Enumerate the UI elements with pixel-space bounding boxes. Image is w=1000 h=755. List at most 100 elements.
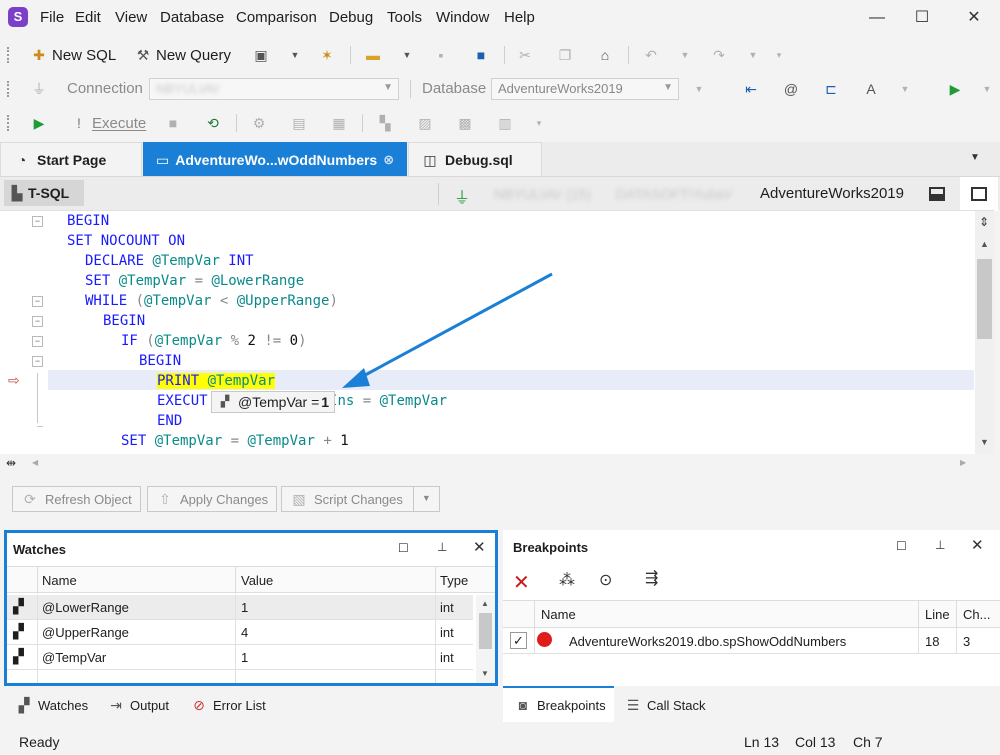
- indent-icon[interactable]: ⇤: [742, 80, 760, 98]
- watch-value[interactable]: 1: [241, 650, 248, 665]
- table-row[interactable]: ✓ AdventureWorks2019.dbo.spShowOddNumber…: [503, 628, 1000, 654]
- menu-edit[interactable]: Edit: [75, 9, 101, 26]
- toolbar-grip[interactable]: [7, 81, 10, 97]
- export-icon[interactable]: ▩: [456, 114, 474, 132]
- vertical-scrollbar[interactable]: ⇕ ▲ ▼: [975, 211, 994, 454]
- run-icon[interactable]: ▶: [946, 80, 964, 98]
- chevron-down-icon[interactable]: ▼: [896, 80, 914, 98]
- outline-icon[interactable]: ⊏: [822, 80, 840, 98]
- menu-debug[interactable]: Debug: [329, 9, 373, 26]
- toggle-breakpoints-icon[interactable]: ⊙: [599, 570, 612, 590]
- text-format-icon[interactable]: A: [862, 80, 880, 98]
- undo-icon[interactable]: ↶: [642, 46, 660, 64]
- tab-procedure[interactable]: ▭ AdventureWo...wOddNumbers ⊗: [143, 142, 407, 176]
- tab-list-dropdown-icon[interactable]: ▼: [970, 152, 980, 163]
- history-icon[interactable]: ⟲: [204, 114, 222, 132]
- split-horizontal-icon[interactable]: ⇹: [6, 456, 16, 470]
- chevron-down-icon[interactable]: ▼: [978, 80, 996, 98]
- chevron-down-icon[interactable]: ▼: [690, 80, 708, 98]
- single-view-button[interactable]: [960, 177, 998, 211]
- maximize-panel-icon[interactable]: ☐: [398, 541, 409, 555]
- toolbar-grip[interactable]: [7, 115, 10, 131]
- database-select[interactable]: AdventureWorks2019 ▼: [491, 78, 679, 100]
- stop-icon[interactable]: ■: [164, 114, 182, 132]
- watches-scrollbar[interactable]: ▲ ▼: [476, 595, 495, 683]
- split-editor-icon[interactable]: ⇕: [979, 215, 989, 229]
- scroll-right-icon[interactable]: ▶: [960, 458, 966, 467]
- new-object-icon[interactable]: ✶: [318, 46, 336, 64]
- code-editor[interactable]: − − − − − ⇨ BEGIN SET NOCOUNT ON DECLARE…: [0, 210, 994, 454]
- save-all-icon[interactable]: ■: [472, 46, 490, 64]
- delete-breakpoint-icon[interactable]: ✕: [513, 570, 530, 595]
- column-char[interactable]: Ch...: [963, 607, 990, 622]
- new-document-icon[interactable]: ▣: [252, 46, 270, 64]
- chevron-down-icon[interactable]: ▼: [286, 46, 304, 64]
- fold-toggle-icon[interactable]: −: [32, 356, 43, 367]
- chevron-down-icon[interactable]: ▼: [398, 46, 416, 64]
- column-name[interactable]: Name: [42, 573, 77, 588]
- fold-toggle-icon[interactable]: −: [32, 316, 43, 327]
- column-type[interactable]: Type: [440, 573, 468, 588]
- start-debug-icon[interactable]: ▶: [30, 114, 48, 132]
- split-horizontal-button[interactable]: [918, 177, 956, 211]
- scroll-up-icon[interactable]: ▲: [980, 239, 989, 249]
- toolbar-grip[interactable]: [7, 47, 10, 63]
- chevron-down-icon[interactable]: ▼: [744, 46, 762, 64]
- script-icon[interactable]: ▤: [290, 114, 308, 132]
- chevron-down-icon[interactable]: ▼: [412, 486, 439, 512]
- refresh-object-button[interactable]: ⟳ Refresh Object: [12, 486, 141, 512]
- new-query-button[interactable]: ⚒ New Query: [134, 44, 231, 66]
- breakpoint-enabled-checkbox[interactable]: ✓: [510, 632, 527, 649]
- connection-select[interactable]: NBYULIAV ▼: [149, 78, 399, 100]
- image-icon[interactable]: ▨: [416, 114, 434, 132]
- watch-value[interactable]: 1: [241, 600, 248, 615]
- tab-call-stack[interactable]: ☰ Call Stack: [625, 694, 706, 716]
- menu-help[interactable]: Help: [504, 9, 535, 26]
- paste-icon[interactable]: ⌂: [596, 46, 614, 64]
- toolbar-overflow-icon[interactable]: ▾: [530, 114, 548, 132]
- scroll-down-icon[interactable]: ▼: [980, 437, 989, 447]
- chevron-down-icon[interactable]: ▼: [676, 46, 694, 64]
- column-line[interactable]: Line: [925, 607, 950, 622]
- fold-toggle-icon[interactable]: −: [32, 296, 43, 307]
- close-panel-icon[interactable]: ✕: [473, 538, 486, 556]
- fold-toggle-icon[interactable]: −: [32, 216, 43, 227]
- scroll-thumb[interactable]: [479, 613, 492, 649]
- close-panel-icon[interactable]: ✕: [971, 536, 984, 554]
- watch-value[interactable]: 4: [241, 625, 248, 640]
- menu-comparison[interactable]: Comparison: [236, 9, 317, 26]
- maximize-panel-icon[interactable]: ☐: [896, 539, 907, 553]
- menu-view[interactable]: View: [115, 9, 147, 26]
- close-tab-icon[interactable]: ⊗: [383, 152, 394, 168]
- new-sql-button[interactable]: ✚ New SQL: [30, 44, 116, 66]
- data-tip[interactable]: ▞ @TempVar = 1: [211, 391, 335, 413]
- scroll-thumb[interactable]: [977, 259, 992, 339]
- tab-breakpoints[interactable]: ◙ Breakpoints: [515, 694, 606, 716]
- scroll-left-icon[interactable]: ◀: [32, 458, 38, 467]
- connection-plug-icon[interactable]: ⏚: [30, 80, 48, 98]
- toolbar-overflow-icon[interactable]: ▾: [770, 46, 788, 64]
- horizontal-scrollbar[interactable]: ⇹ ◀ ▶: [0, 454, 994, 474]
- delete-all-breakpoints-icon[interactable]: ⁂: [559, 570, 575, 590]
- menu-database[interactable]: Database: [160, 9, 224, 26]
- layout-icon[interactable]: ▚: [376, 114, 394, 132]
- go-to-source-icon[interactable]: ⇶: [645, 568, 658, 588]
- grid-icon[interactable]: ▦: [330, 114, 348, 132]
- tab-debug-sql[interactable]: ◫ Debug.sql: [408, 142, 542, 176]
- fold-toggle-icon[interactable]: −: [32, 336, 43, 347]
- pin-icon[interactable]: ⊥: [935, 538, 945, 552]
- menu-tools[interactable]: Tools: [387, 9, 422, 26]
- pin-icon[interactable]: ⊥: [437, 540, 447, 554]
- maximize-button[interactable]: ☐: [907, 6, 937, 30]
- script-changes-button[interactable]: ▧ Script Changes ▼: [281, 486, 440, 512]
- execute-button[interactable]: ! Execute: [70, 112, 146, 134]
- execute-plan-icon[interactable]: ⚙: [250, 114, 268, 132]
- parameters-icon[interactable]: @: [782, 80, 800, 98]
- minimize-button[interactable]: —: [862, 6, 892, 30]
- copy-icon[interactable]: ❐: [556, 46, 574, 64]
- apply-changes-button[interactable]: ⇧ Apply Changes: [147, 486, 278, 512]
- tab-watches[interactable]: ▞ Watches: [16, 694, 88, 716]
- tab-start-page[interactable]: ◔ Start Page: [0, 142, 142, 176]
- scroll-up-icon[interactable]: ▲: [481, 599, 489, 608]
- menu-window[interactable]: Window: [436, 9, 489, 26]
